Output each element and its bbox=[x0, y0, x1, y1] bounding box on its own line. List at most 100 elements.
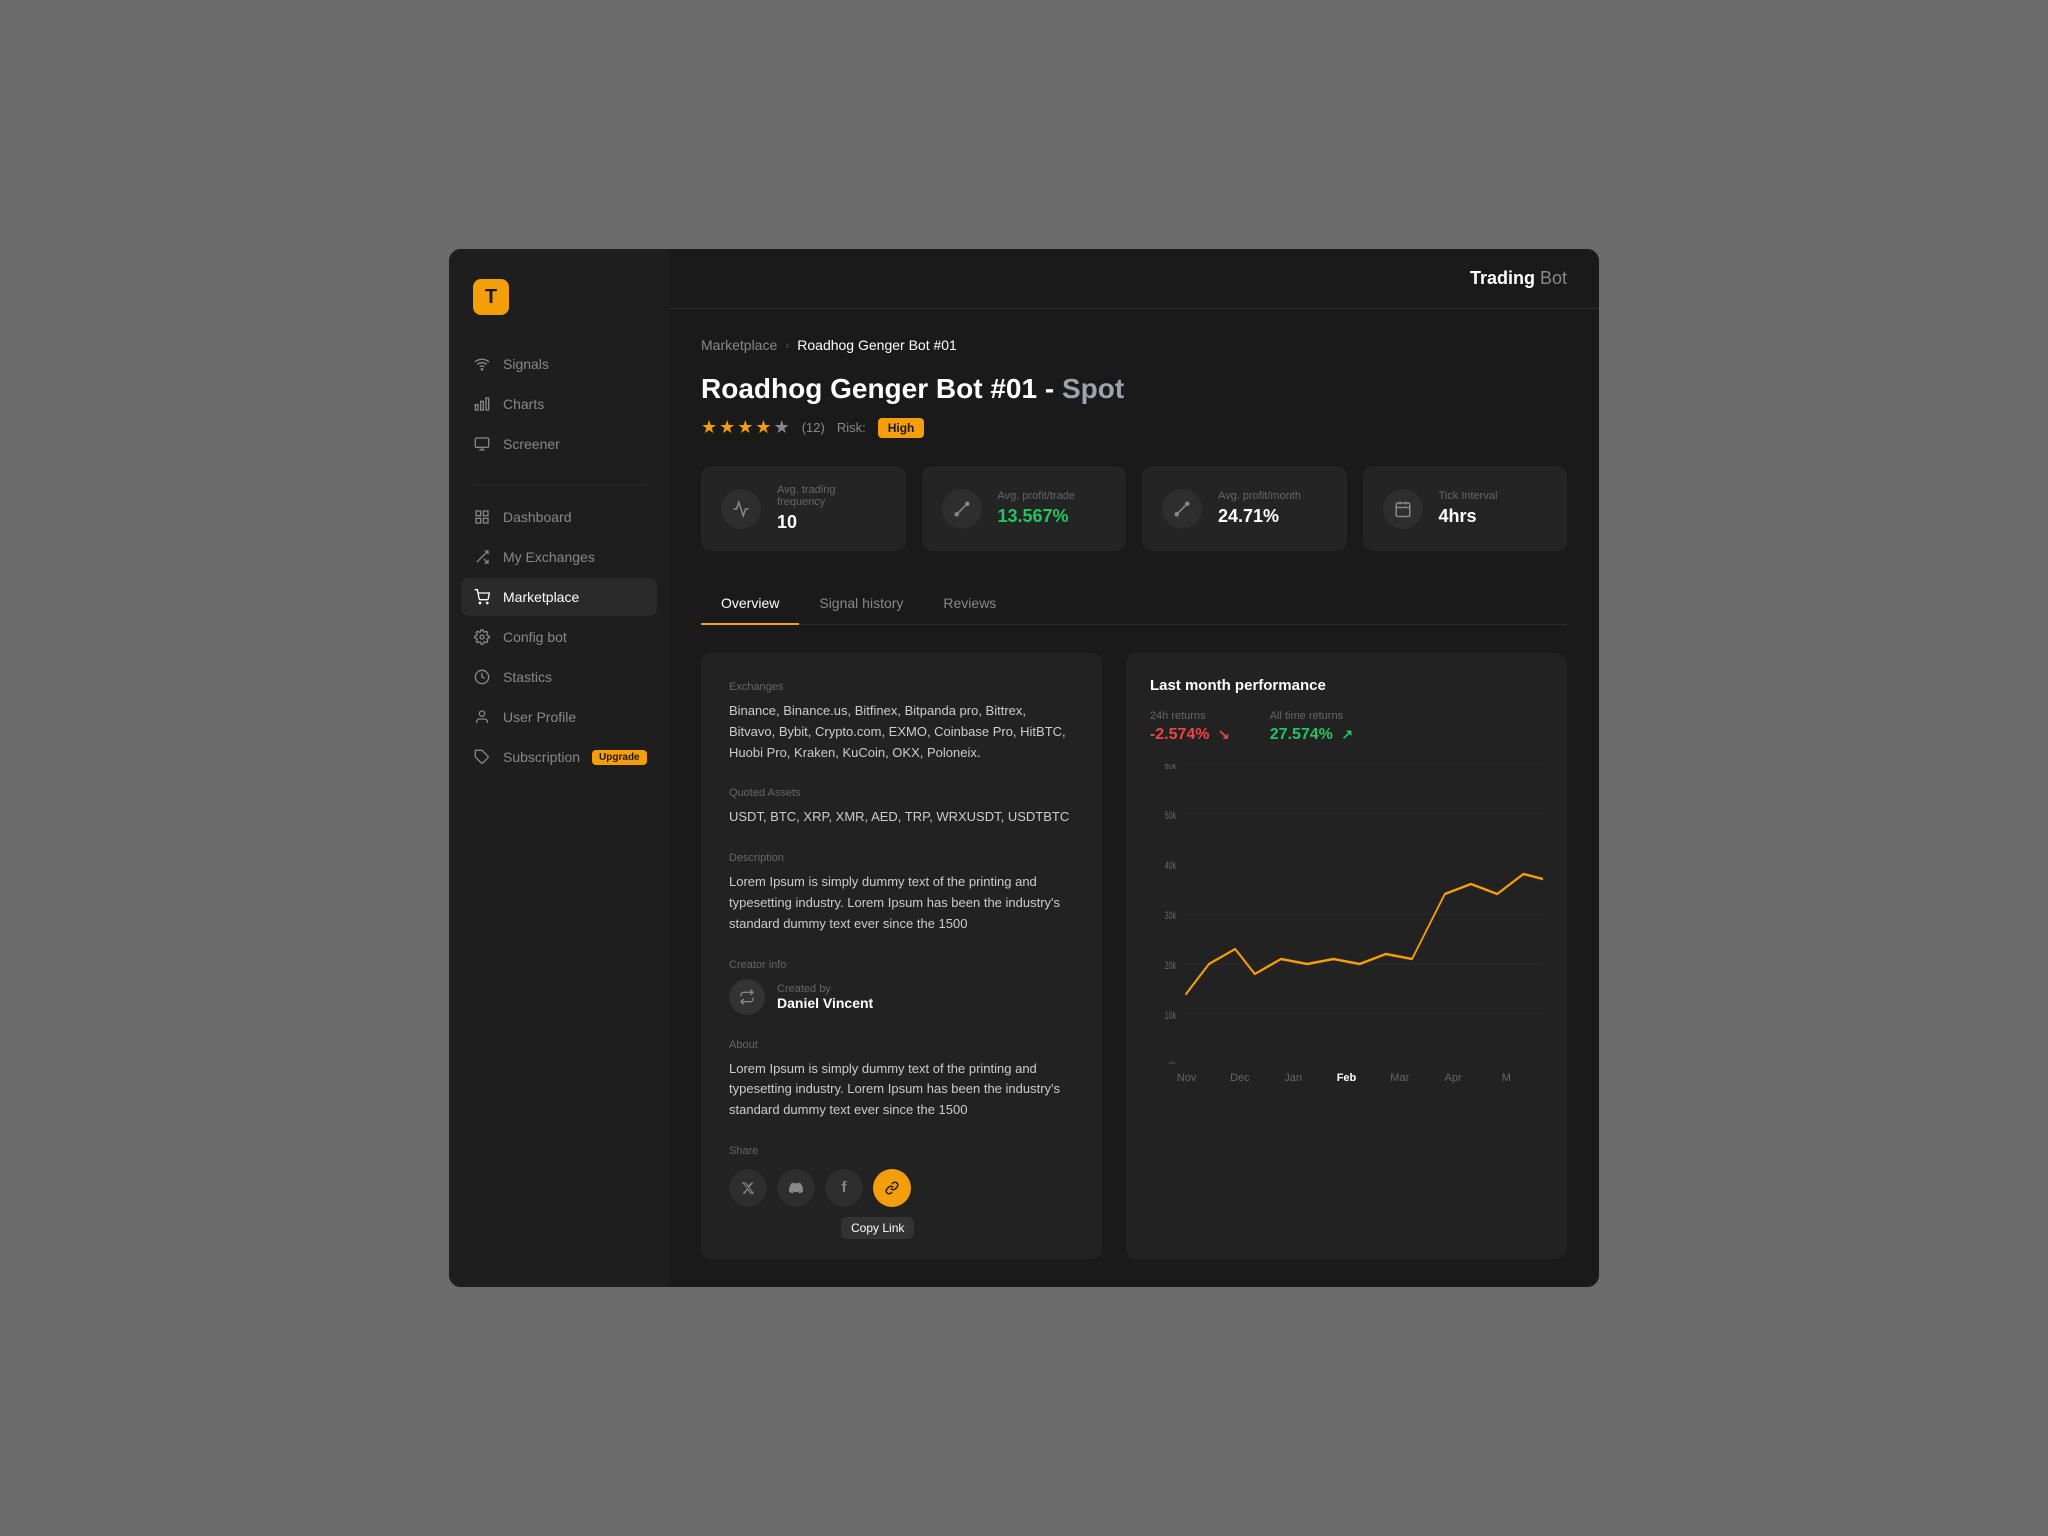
sidebar-item-signals[interactable]: Signals bbox=[461, 345, 657, 383]
quoted-assets-section: Quoted Assets USDT, BTC, XRP, XMR, AED, … bbox=[729, 787, 1074, 828]
stat-info-profit-trade: Avg. profit/trade 13.567% bbox=[998, 490, 1075, 527]
shopping-cart-icon bbox=[473, 588, 491, 606]
chart-x-label-mar: Mar bbox=[1373, 1072, 1426, 1084]
stat-label-trading-freq: Avg. trading frequency bbox=[777, 484, 886, 508]
app-title: Trading Bot bbox=[1470, 268, 1567, 289]
grid-icon bbox=[473, 508, 491, 526]
stat-info-tick-interval: Tick Interval 4hrs bbox=[1439, 490, 1498, 527]
sidebar-item-user-profile[interactable]: User Profile bbox=[461, 698, 657, 736]
stat-card-tick-interval: Tick Interval 4hrs bbox=[1363, 466, 1568, 551]
sidebar-item-config-bot[interactable]: Config bot bbox=[461, 618, 657, 656]
twitter-share-button[interactable] bbox=[729, 1169, 767, 1207]
creator-avatar bbox=[729, 979, 765, 1015]
copy-link-button[interactable] bbox=[873, 1169, 911, 1207]
creator-row: Created by Daniel Vincent bbox=[729, 979, 1074, 1015]
topbar: Trading Bot bbox=[669, 249, 1599, 309]
creator-info: Created by Daniel Vincent bbox=[777, 983, 873, 1011]
sidebar-item-label-stastics: Stastics bbox=[503, 669, 552, 685]
monitor-icon bbox=[473, 435, 491, 453]
exchanges-label: Exchanges bbox=[729, 681, 1074, 693]
svg-text:20k: 20k bbox=[1165, 960, 1177, 972]
sidebar-item-marketplace[interactable]: Marketplace bbox=[461, 578, 657, 616]
sidebar-item-stastics[interactable]: Stastics bbox=[461, 658, 657, 696]
sidebar-item-screener[interactable]: Screener bbox=[461, 425, 657, 463]
breadcrumb-separator: › bbox=[785, 338, 789, 352]
creator-info-section: Creator info Created by Daniel Vincent bbox=[729, 959, 1074, 1015]
stats-row: Avg. trading frequency 10 Avg. profit/tr… bbox=[701, 466, 1567, 551]
page-title: Roadhog Genger Bot #01 - Spot bbox=[701, 373, 1567, 405]
quoted-assets-label: Quoted Assets bbox=[729, 787, 1074, 799]
chart-x-labels: Nov Dec Jan Feb Mar Apr M bbox=[1150, 1072, 1543, 1084]
stat-info-trading-freq: Avg. trading frequency 10 bbox=[777, 484, 886, 533]
upgrade-badge: Upgrade bbox=[592, 750, 647, 765]
tab-reviews[interactable]: Reviews bbox=[923, 583, 1016, 625]
creator-info-label: Creator info bbox=[729, 959, 1074, 971]
breadcrumb-current: Roadhog Genger Bot #01 bbox=[797, 337, 957, 353]
svg-text:60k: 60k bbox=[1165, 764, 1177, 771]
settings-icon bbox=[473, 628, 491, 646]
chart-x-label-jan: Jan bbox=[1267, 1072, 1320, 1084]
risk-badge: High bbox=[878, 418, 925, 438]
exchanges-value: Binance, Binance.us, Bitfinex, Bitpanda … bbox=[729, 701, 1074, 763]
quoted-assets-value: USDT, BTC, XRP, XMR, AED, TRP, WRXUSDT, … bbox=[729, 807, 1074, 828]
about-value: Lorem Ipsum is simply dummy text of the … bbox=[729, 1059, 1074, 1121]
svg-text:10k: 10k bbox=[1165, 1010, 1177, 1022]
sidebar-item-charts[interactable]: Charts bbox=[461, 385, 657, 423]
chart-stat-24h-label: 24h returns bbox=[1150, 710, 1230, 722]
stat-info-profit-month: Avg. profit/month 24.71% bbox=[1218, 490, 1301, 527]
chart-stat-24h: 24h returns -2.574% ↘ bbox=[1150, 710, 1230, 744]
svg-text:50k: 50k bbox=[1165, 810, 1177, 822]
share-label: Share bbox=[729, 1145, 1074, 1157]
about-label: About bbox=[729, 1039, 1074, 1051]
breadcrumb: Marketplace › Roadhog Genger Bot #01 bbox=[701, 337, 1567, 353]
tabs: Overview Signal history Reviews bbox=[701, 583, 1567, 625]
sidebar-item-my-exchanges[interactable]: My Exchanges bbox=[461, 538, 657, 576]
share-section: Share f Copy Link bbox=[729, 1145, 1074, 1207]
activity-icon bbox=[721, 489, 761, 529]
discord-share-button[interactable] bbox=[777, 1169, 815, 1207]
chart-x-label-feb: Feb bbox=[1320, 1072, 1373, 1084]
exchanges-section: Exchanges Binance, Binance.us, Bitfinex,… bbox=[729, 681, 1074, 763]
facebook-share-button[interactable]: f bbox=[825, 1169, 863, 1207]
star-1: ★ bbox=[701, 417, 717, 438]
sidebar-item-label-config-bot: Config bot bbox=[503, 629, 567, 645]
star-2: ★ bbox=[719, 417, 735, 438]
user-icon bbox=[473, 708, 491, 726]
risk-label: Risk: bbox=[837, 420, 866, 435]
sidebar-item-label-marketplace: Marketplace bbox=[503, 589, 579, 605]
chart-stats: 24h returns -2.574% ↘ All time returns 2… bbox=[1150, 710, 1543, 744]
performance-chart: 60k 50k 40k 30k 20k 10k 0k bbox=[1150, 764, 1543, 1064]
stat-label-tick-interval: Tick Interval bbox=[1439, 490, 1498, 502]
sidebar-item-label-user-profile: User Profile bbox=[503, 709, 576, 725]
chart-x-label-m: M bbox=[1480, 1072, 1533, 1084]
bar-chart-icon bbox=[473, 395, 491, 413]
stat-card-trading-freq: Avg. trading frequency 10 bbox=[701, 466, 906, 551]
tab-overview[interactable]: Overview bbox=[701, 583, 799, 625]
svg-text:0k: 0k bbox=[1169, 1060, 1177, 1064]
sidebar-logo: T bbox=[449, 269, 669, 345]
stat-card-profit-month: Avg. profit/month 24.71% bbox=[1142, 466, 1347, 551]
copy-link-tooltip: Copy Link bbox=[841, 1217, 914, 1239]
stat-card-profit-trade: Avg. profit/trade 13.567% bbox=[922, 466, 1127, 551]
sidebar-item-subscription[interactable]: Subscription Upgrade bbox=[461, 738, 657, 776]
percent-icon-1 bbox=[942, 489, 982, 529]
overview-layout: Exchanges Binance, Binance.us, Bitfinex,… bbox=[701, 653, 1567, 1259]
star-5: ★ bbox=[774, 417, 790, 438]
description-section: Description Lorem Ipsum is simply dummy … bbox=[729, 852, 1074, 934]
tab-signal-history[interactable]: Signal history bbox=[799, 583, 923, 625]
chart-stat-alltime-label: All time returns bbox=[1270, 710, 1353, 722]
wifi-icon bbox=[473, 355, 491, 373]
chart-stat-24h-value: -2.574% ↘ bbox=[1150, 726, 1230, 744]
chart-x-label-dec: Dec bbox=[1213, 1072, 1266, 1084]
chart-panel: Last month performance 24h returns -2.57… bbox=[1126, 653, 1567, 1259]
about-section: About Lorem Ipsum is simply dummy text o… bbox=[729, 1039, 1074, 1121]
description-label: Description bbox=[729, 852, 1074, 864]
sidebar-item-label-subscription: Subscription bbox=[503, 749, 580, 765]
logo-icon: T bbox=[473, 279, 509, 315]
chart-x-label-apr: Apr bbox=[1426, 1072, 1479, 1084]
clock-icon bbox=[473, 668, 491, 686]
sidebar-section-top: Signals Charts Screener bbox=[449, 345, 669, 465]
sidebar-item-dashboard[interactable]: Dashboard bbox=[461, 498, 657, 536]
star-3: ★ bbox=[737, 417, 753, 438]
breadcrumb-parent[interactable]: Marketplace bbox=[701, 337, 777, 353]
